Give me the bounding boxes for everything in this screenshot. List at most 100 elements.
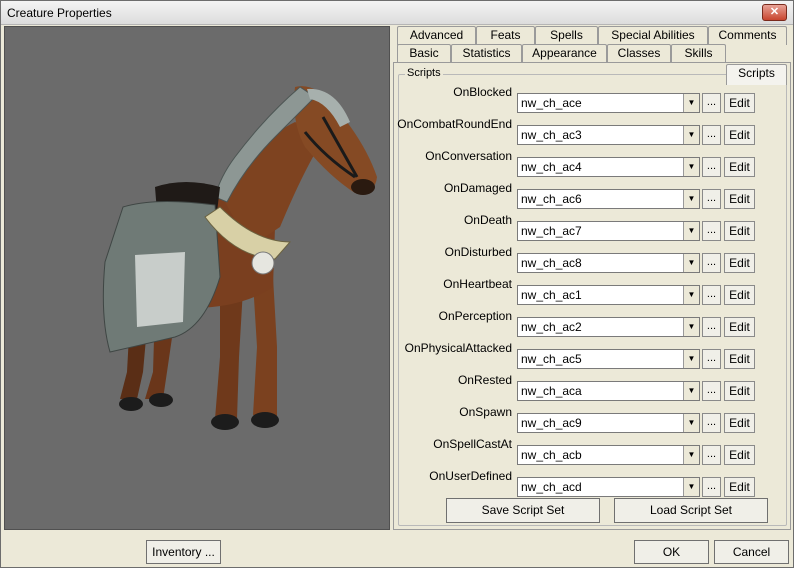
script-combo[interactable]: nw_ch_ac5 ▼ [517, 349, 700, 369]
browse-script-button[interactable]: ... [702, 349, 721, 369]
script-combo-value: nw_ch_aca [521, 384, 582, 398]
browse-script-button[interactable]: ... [702, 317, 721, 337]
script-combo-value: nw_ch_ac5 [521, 352, 582, 366]
script-combo-value: nw_ch_ac4 [521, 160, 582, 174]
property-tabs: Advanced Feats Spells Special Abilities … [393, 26, 791, 530]
script-combo-value: nw_ch_ac1 [521, 288, 582, 302]
script-combo-value: nw_ch_ac9 [521, 416, 582, 430]
cancel-button[interactable]: Cancel [714, 540, 789, 564]
browse-script-button[interactable]: ... [702, 125, 721, 145]
script-event-label: OnPhysicalAttacked [404, 341, 512, 355]
edit-script-button[interactable]: Edit [724, 317, 755, 337]
script-combo-value: nw_ch_ac3 [521, 128, 582, 142]
creature-preview-viewport[interactable] [4, 26, 390, 530]
tab-basic[interactable]: Basic [397, 44, 451, 63]
script-combo[interactable]: nw_ch_ac7 ▼ [517, 221, 700, 241]
hoof-3 [211, 414, 239, 430]
tab-scripts[interactable]: Scripts [726, 64, 787, 85]
script-combo-value: nw_ch_ace [521, 96, 582, 110]
dropdown-arrow-icon[interactable]: ▼ [683, 94, 699, 112]
dropdown-arrow-icon[interactable]: ▼ [683, 414, 699, 432]
script-event-label: OnConversation [425, 149, 512, 163]
script-row: OnCombatRoundEnd nw_ch_ac3 ▼... Edit [397, 115, 788, 147]
dropdown-arrow-icon[interactable]: ▼ [683, 286, 699, 304]
browse-script-button[interactable]: ... [702, 157, 721, 177]
edit-script-button[interactable]: Edit [724, 253, 755, 273]
tab-skills[interactable]: Skills [671, 44, 726, 63]
dropdown-arrow-icon[interactable]: ▼ [683, 126, 699, 144]
script-combo-value: nw_ch_ac2 [521, 320, 582, 334]
edit-script-button[interactable]: Edit [724, 349, 755, 369]
dropdown-arrow-icon[interactable]: ▼ [683, 254, 699, 272]
script-combo-value: nw_ch_ac8 [521, 256, 582, 270]
script-event-label: OnSpawn [459, 405, 512, 419]
script-combo[interactable]: nw_ch_acb ▼ [517, 445, 700, 465]
load-script-set-button[interactable]: Load Script Set [614, 498, 768, 523]
horse-model-image [102, 86, 377, 430]
edit-script-button[interactable]: Edit [724, 477, 755, 497]
tab-advanced[interactable]: Advanced [397, 26, 476, 45]
script-combo[interactable]: nw_ch_ac3 ▼ [517, 125, 700, 145]
tab-statistics[interactable]: Statistics [451, 44, 522, 63]
script-combo[interactable]: nw_ch_ac8 ▼ [517, 253, 700, 273]
edit-script-button[interactable]: Edit [724, 221, 755, 241]
script-row: OnSpawn nw_ch_ac9 ▼... Edit [399, 403, 788, 435]
dropdown-arrow-icon[interactable]: ▼ [683, 446, 699, 464]
tab-classes[interactable]: Classes [607, 44, 671, 63]
script-combo[interactable]: nw_ch_ac1 ▼ [517, 285, 700, 305]
script-row: OnDisturbed nw_ch_ac8 ▼... Edit [399, 243, 788, 275]
script-event-label: OnDamaged [443, 181, 512, 195]
ok-button[interactable]: OK [634, 540, 709, 564]
script-event-label: OnSpellCastAt [433, 437, 512, 451]
dropdown-arrow-icon[interactable]: ▼ [683, 382, 699, 400]
edit-script-button[interactable]: Edit [724, 125, 755, 145]
script-row: OnPhysicalAttacked nw_ch_ac5 ▼... Edit [399, 339, 788, 371]
script-combo-value: nw_ch_acb [521, 448, 582, 462]
script-event-label: OnHeartbeat [443, 277, 512, 291]
save-script-set-button[interactable]: Save Script Set [446, 498, 600, 523]
script-row: OnUserDefined nw_ch_acd ▼... Edit [399, 467, 788, 499]
script-event-label: OnDisturbed [444, 245, 512, 259]
script-combo[interactable]: nw_ch_ac6 ▼ [517, 189, 700, 209]
tab-comments[interactable]: Comments [708, 26, 787, 45]
script-event-label: OnBlocked [453, 85, 512, 99]
horse-muzzle [351, 179, 375, 195]
tab-spells[interactable]: Spells [535, 26, 598, 45]
edit-script-button[interactable]: Edit [724, 413, 755, 433]
browse-script-button[interactable]: ... [702, 189, 721, 209]
script-row: OnRested nw_ch_aca ▼... Edit [399, 371, 788, 403]
script-combo[interactable]: nw_ch_aca ▼ [517, 381, 700, 401]
edit-script-button[interactable]: Edit [724, 381, 755, 401]
browse-script-button[interactable]: ... [702, 285, 721, 305]
browse-script-button[interactable]: ... [702, 413, 721, 433]
dropdown-arrow-icon[interactable]: ▼ [683, 158, 699, 176]
browse-script-button[interactable]: ... [702, 445, 721, 465]
script-combo[interactable]: nw_ch_ac4 ▼ [517, 157, 700, 177]
tab-feats[interactable]: Feats [476, 26, 535, 45]
browse-script-button[interactable]: ... [702, 93, 721, 113]
dropdown-arrow-icon[interactable]: ▼ [683, 478, 699, 496]
script-combo-value: nw_ch_ac6 [521, 192, 582, 206]
browse-script-button[interactable]: ... [702, 221, 721, 241]
dropdown-arrow-icon[interactable]: ▼ [683, 222, 699, 240]
tab-appearance[interactable]: Appearance [522, 44, 607, 63]
browse-script-button[interactable]: ... [702, 477, 721, 497]
edit-script-button[interactable]: Edit [724, 285, 755, 305]
script-combo[interactable]: nw_ch_ace ▼ [517, 93, 700, 113]
browse-script-button[interactable]: ... [702, 381, 721, 401]
script-combo[interactable]: nw_ch_ac2 ▼ [517, 317, 700, 337]
tab-special-abilities[interactable]: Special Abilities [598, 26, 708, 45]
edit-script-button[interactable]: Edit [724, 157, 755, 177]
dropdown-arrow-icon[interactable]: ▼ [683, 318, 699, 336]
edit-script-button[interactable]: Edit [724, 189, 755, 209]
title-bar[interactable]: Creature Properties ✕ [1, 1, 793, 25]
script-combo[interactable]: nw_ch_acd ▼ [517, 477, 700, 497]
browse-script-button[interactable]: ... [702, 253, 721, 273]
script-combo[interactable]: nw_ch_ac9 ▼ [517, 413, 700, 433]
dropdown-arrow-icon[interactable]: ▼ [683, 190, 699, 208]
edit-script-button[interactable]: Edit [724, 93, 755, 113]
inventory-button[interactable]: Inventory ... [146, 540, 221, 564]
close-button[interactable]: ✕ [762, 4, 787, 21]
dropdown-arrow-icon[interactable]: ▼ [683, 350, 699, 368]
edit-script-button[interactable]: Edit [724, 445, 755, 465]
